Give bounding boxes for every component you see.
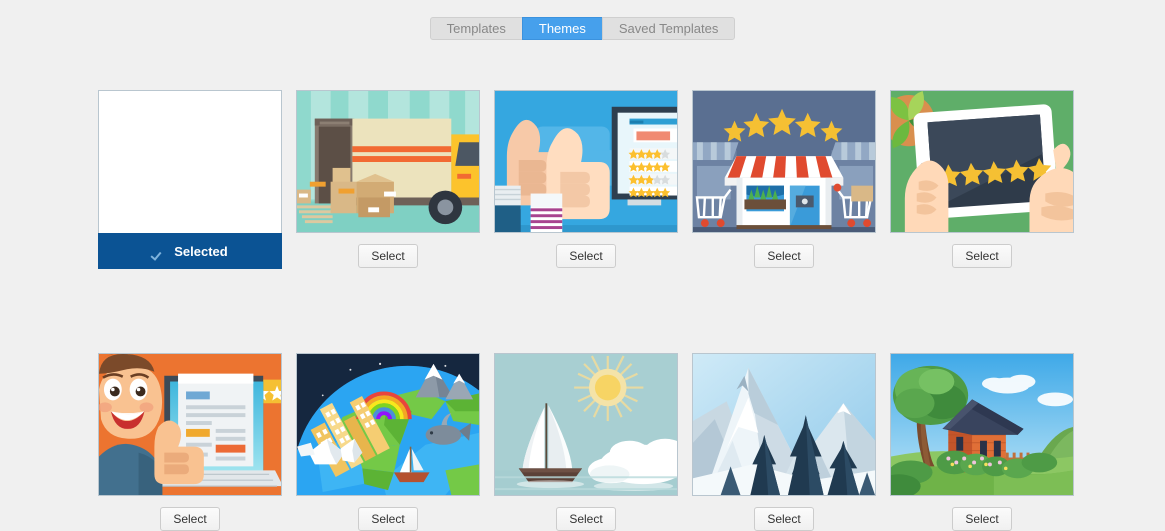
view-tabs: Templates Themes Saved Templates [0,17,1165,40]
truck-theme-art [297,91,479,232]
select-button[interactable]: Select [358,507,418,531]
theme-thumbnail-thumbs-up[interactable] [494,90,678,233]
check-icon [152,245,165,258]
theme-card-thumbs-up[interactable]: Select [494,90,678,269]
select-button[interactable]: Select [754,244,814,268]
theme-thumbnail-storefront[interactable] [692,90,876,233]
select-button[interactable]: Select [160,507,220,531]
theme-card-tablet-rating[interactable]: Select [890,90,1074,269]
mountains-theme-art [693,354,875,495]
select-button[interactable]: Select [556,507,616,531]
theme-thumbnail-happy-user[interactable] [98,353,282,496]
select-button[interactable]: Select [754,507,814,531]
tablet-rating-theme-art [891,91,1073,232]
theme-thumbnail-mountains[interactable] [692,353,876,496]
theme-card-storefront[interactable]: Select [692,90,876,269]
select-button[interactable]: Select [952,244,1012,268]
tab-themes[interactable]: Themes [521,17,603,40]
theme-row: Selected Select Select Select Select [98,90,1074,269]
theme-card-earth-space[interactable]: Select [296,353,480,531]
thumbs-up-theme-art [495,91,677,232]
sailboat-theme-art [495,354,677,495]
cabin-theme-art [891,354,1073,495]
theme-card-blank[interactable]: Selected [98,90,282,269]
theme-thumbnail-earth-space[interactable] [296,353,480,496]
tab-templates[interactable]: Templates [429,17,523,40]
selected-badge[interactable]: Selected [98,233,282,269]
theme-thumbnail-cabin[interactable] [890,353,1074,496]
theme-row: Select Select Select Select Select [98,353,1074,531]
blank-theme-art [99,91,281,233]
select-button[interactable]: Select [952,507,1012,531]
theme-grid: Selected Select Select Select Select Sel… [98,90,1074,531]
happy-user-theme-art [99,354,281,495]
theme-thumbnail-tablet-rating[interactable] [890,90,1074,233]
storefront-theme-art [693,91,875,232]
theme-card-cabin[interactable]: Select [890,353,1074,531]
select-button[interactable]: Select [358,244,418,268]
theme-card-happy-user[interactable]: Select [98,353,282,531]
theme-thumbnail-blank[interactable] [98,90,282,233]
theme-card-sailboat[interactable]: Select [494,353,678,531]
earth-space-theme-art [297,354,479,495]
select-button[interactable]: Select [556,244,616,268]
theme-thumbnail-delivery-truck[interactable] [296,90,480,233]
tab-saved-templates[interactable]: Saved Templates [601,17,736,40]
theme-card-delivery-truck[interactable]: Select [296,90,480,269]
selected-label: Selected [174,243,228,259]
theme-card-mountains[interactable]: Select [692,353,876,531]
theme-thumbnail-sailboat[interactable] [494,353,678,496]
